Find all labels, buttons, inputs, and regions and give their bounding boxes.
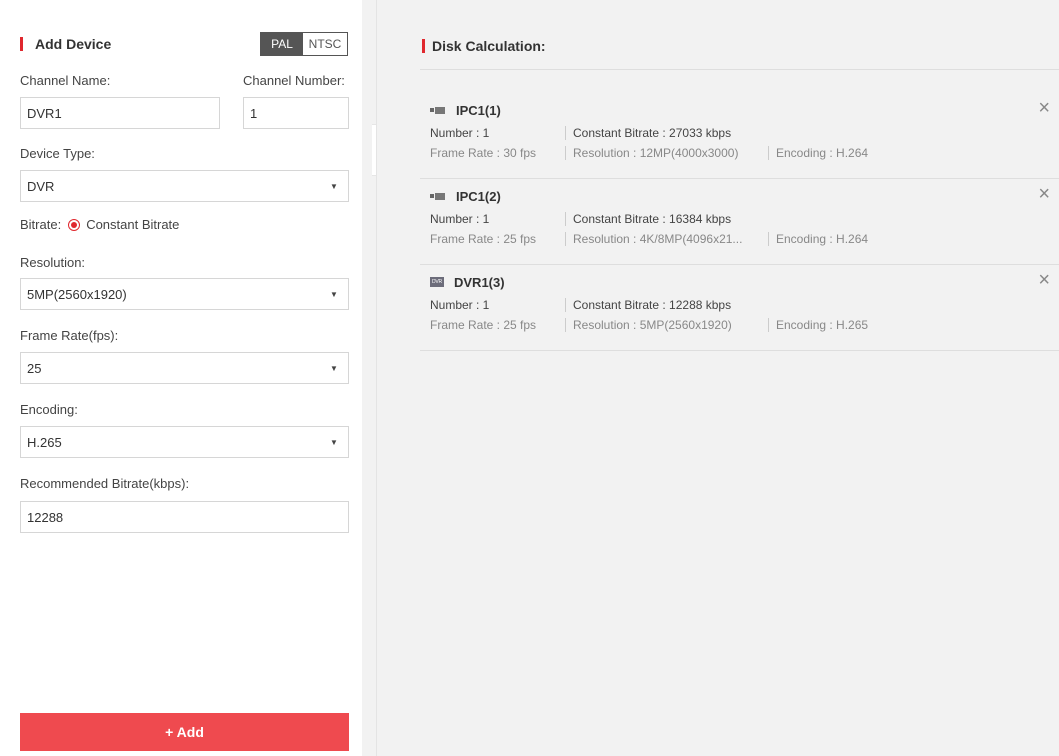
device-name: IPC1(2) [456,188,501,204]
chevron-down-icon: ▼ [330,437,338,447]
device-number: Number : 1 [430,297,490,312]
device-type-label: Device Type: [20,146,95,161]
item-divider [420,264,1059,265]
recommended-bitrate-value: 12288 [27,509,64,525]
separator [768,317,769,332]
separator [768,231,769,246]
encoding-value: H.265 [27,434,62,450]
device-bitrate: Constant Bitrate : 12288 kbps [573,297,732,312]
separator [565,317,566,332]
device-item: IPC1(2) × Number : 1 Constant Bitrate : … [430,184,1050,246]
channel-number-input[interactable]: 1 [243,97,349,129]
panel-divider [362,0,376,756]
close-icon[interactable]: × [1038,98,1050,118]
separator [565,297,566,312]
separator [565,125,566,140]
device-name: IPC1(1) [456,102,501,118]
chevron-down-icon: ▼ [330,181,338,191]
device-resolution: Resolution : 12MP(4000x3000) [573,145,739,160]
bitrate-row: Bitrate: Constant Bitrate [20,217,179,232]
add-device-title: Add Device [20,36,111,52]
ntsc-option[interactable]: NTSC [303,33,347,55]
channel-name-label: Channel Name: [20,73,111,88]
pal-option[interactable]: PAL [261,33,303,55]
video-standard-toggle: PAL NTSC [260,32,348,56]
radio-selected-icon[interactable] [68,218,81,231]
encoding-select[interactable]: H.265 ▼ [20,426,349,458]
frame-rate-value: 25 [27,360,42,376]
device-frame-rate: Frame Rate : 25 fps [430,317,537,332]
device-item: DVR DVR1(3) × Number : 1 Constant Bitrat… [430,270,1050,332]
title-accent-bar [20,37,23,51]
separator [565,145,566,160]
add-device-panel: Add Device PAL NTSC Channel Name: Channe… [0,0,362,756]
device-number: Number : 1 [430,211,490,226]
channel-name-value: DVR1 [27,105,62,121]
add-button[interactable]: + Add [20,713,349,751]
device-bitrate: Constant Bitrate : 27033 kbps [573,125,732,140]
encoding-label: Encoding: [20,402,78,417]
close-icon[interactable]: × [1038,270,1050,290]
title-accent-bar [422,39,425,53]
chevron-down-icon: ▼ [330,289,338,299]
device-type-value: DVR [27,178,55,194]
separator [565,211,566,226]
device-encoding: Encoding : H.264 [776,231,869,246]
frame-rate-label: Frame Rate(fps): [20,328,119,343]
resolution-value: 5MP(2560x1920) [27,286,127,302]
device-item: IPC1(1) × Number : 1 Constant Bitrate : … [430,98,1050,160]
disk-calculation-title-text: Disk Calculation: [432,38,546,54]
camera-icon [430,106,446,114]
channel-number-value: 1 [250,105,258,121]
item-divider [420,350,1059,351]
device-type-select[interactable]: DVR ▼ [20,170,349,202]
device-frame-rate: Frame Rate : 25 fps [430,231,537,246]
close-icon[interactable]: × [1038,184,1050,204]
device-resolution: Resolution : 5MP(2560x1920) [573,317,732,332]
recommended-bitrate-input[interactable]: 12288 [20,501,349,533]
title-divider [420,69,1059,70]
item-divider [420,178,1059,179]
bitrate-label: Bitrate: [20,217,62,232]
disk-calculation-title: Disk Calculation: [422,38,546,54]
camera-icon [430,192,446,200]
device-frame-rate: Frame Rate : 30 fps [430,145,537,160]
device-name: DVR1(3) [454,274,505,290]
recommended-bitrate-label: Recommended Bitrate(kbps): [20,476,190,491]
dvr-icon: DVR [430,277,444,287]
constant-bitrate-option[interactable]: Constant Bitrate [86,217,179,232]
resolution-select[interactable]: 5MP(2560x1920) ▼ [20,278,349,310]
device-resolution: Resolution : 4K/8MP(4096x21... [573,231,743,246]
device-bitrate: Constant Bitrate : 16384 kbps [573,211,732,226]
separator [768,145,769,160]
resolution-label: Resolution: [20,255,86,270]
channel-number-label: Channel Number: [243,73,345,88]
channel-name-input[interactable]: DVR1 [20,97,220,129]
frame-rate-select[interactable]: 25 ▼ [20,352,349,384]
device-encoding: Encoding : H.264 [776,145,869,160]
add-device-title-text: Add Device [35,36,112,52]
device-number: Number : 1 [430,125,490,140]
device-encoding: Encoding : H.265 [776,317,869,332]
separator [565,231,566,246]
chevron-down-icon: ▼ [330,363,338,373]
